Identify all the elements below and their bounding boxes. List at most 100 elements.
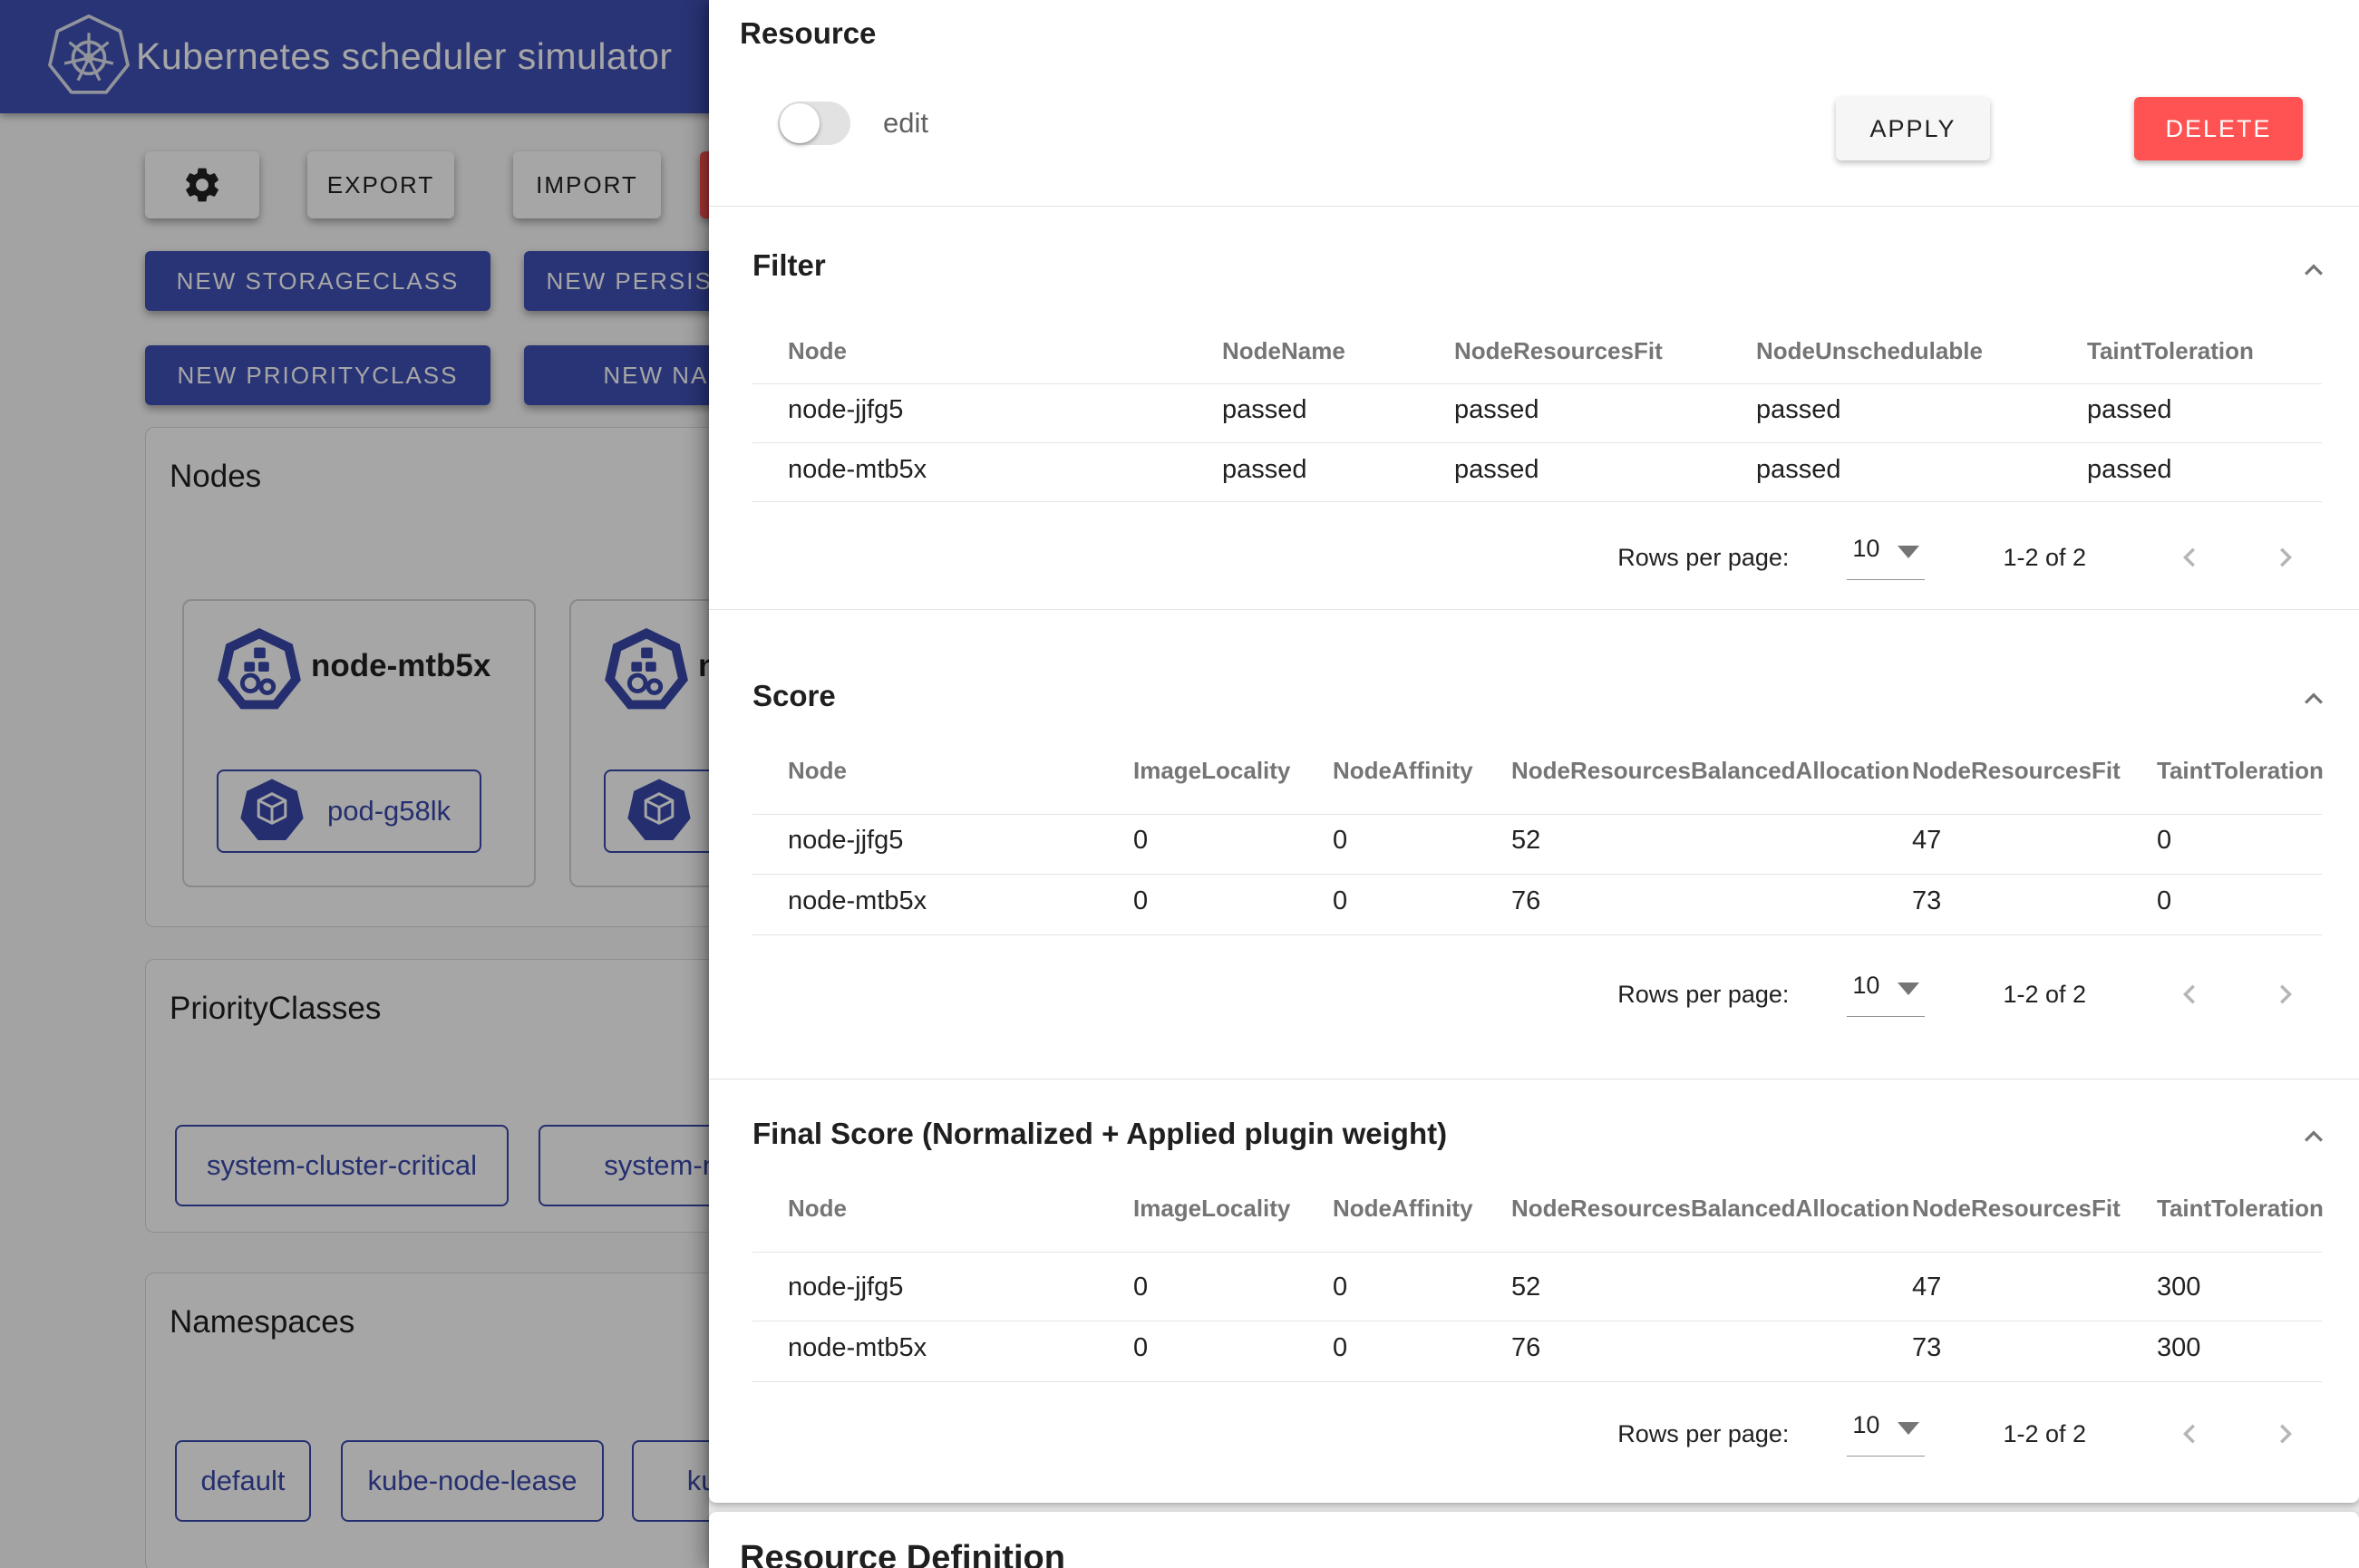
resource-drawer: Resource edit APPLY DELETE Filter Node N… (709, 0, 2359, 1568)
table-cell: 0 (2157, 886, 2171, 916)
column-header: TaintToleration (2157, 1195, 2324, 1223)
column-header: NodeResourcesFit (1454, 337, 1663, 365)
table-cell: node-mtb5x (788, 455, 927, 485)
column-header: NodeName (1222, 337, 1345, 365)
filter-collapse-button[interactable] (2294, 250, 2334, 290)
table-divider (752, 442, 2322, 443)
chevron-up-icon (2296, 1118, 2332, 1155)
toggle-thumb (780, 103, 820, 143)
pagination-range: 1-2 of 2 (2003, 1420, 2086, 1448)
table-cell: 0 (1333, 1333, 1347, 1363)
drawer-backdrop[interactable] (0, 0, 709, 1568)
column-header: Node (788, 337, 847, 365)
column-header: Node (788, 1195, 847, 1223)
table-cell: 52 (1511, 1273, 1540, 1302)
pagination-range: 1-2 of 2 (2003, 981, 2086, 1009)
table-cell: node-jjfg5 (788, 395, 903, 425)
rows-per-page-value: 10 (1852, 972, 1879, 1000)
table-cell: 0 (1333, 1273, 1347, 1302)
column-header: NodeUnschedulable (1756, 337, 1983, 365)
table-cell: 76 (1511, 1333, 1540, 1363)
column-header: NodeResourcesBalancedAllocation (1511, 1195, 1909, 1223)
table-divider (752, 501, 2322, 502)
column-header: ImageLocality (1133, 1195, 1290, 1223)
next-page-button[interactable] (2264, 536, 2307, 579)
table-cell: passed (2087, 455, 2172, 485)
edit-toggle[interactable] (778, 102, 850, 145)
column-header: ImageLocality (1133, 757, 1290, 785)
table-divider (752, 814, 2322, 815)
table-divider (752, 934, 2322, 935)
rows-per-page-label: Rows per page: (1617, 1420, 1789, 1448)
table-cell: 300 (2157, 1273, 2200, 1302)
next-page-button[interactable] (2264, 1412, 2307, 1456)
table-divider (752, 1381, 2322, 1382)
apply-button[interactable]: APPLY (1836, 97, 1990, 160)
next-page-button[interactable] (2264, 973, 2307, 1016)
final-score-section-title: Final Score (Normalized + Applied plugin… (752, 1117, 1447, 1151)
rows-per-page-select[interactable]: 10 (1847, 972, 1925, 1017)
rows-per-page-select[interactable]: 10 (1847, 1411, 1925, 1457)
final-score-pagination: Rows per page: 10 1-2 of 2 (1617, 1402, 2307, 1466)
table-cell: 0 (1333, 886, 1347, 916)
column-header: Node (788, 757, 847, 785)
table-cell: 73 (1912, 1333, 1941, 1363)
final-score-collapse-button[interactable] (2294, 1117, 2334, 1157)
chevron-left-icon (2170, 975, 2209, 1013)
score-section-title: Score (752, 679, 836, 713)
delete-button[interactable]: DELETE (2134, 97, 2303, 160)
pagination-range: 1-2 of 2 (2003, 544, 2086, 572)
app-root: Kubernetes scheduler simulator EXPORT IM… (0, 0, 2359, 1568)
table-cell: passed (1756, 455, 1841, 485)
chevron-right-icon (2267, 1415, 2305, 1453)
prev-page-button[interactable] (2168, 536, 2211, 579)
table-cell: 52 (1511, 826, 1540, 856)
table-cell: 73 (1912, 886, 1941, 916)
column-header: NodeAffinity (1333, 757, 1473, 785)
table-cell: 47 (1912, 826, 1941, 856)
chevron-right-icon (2267, 975, 2305, 1013)
score-pagination: Rows per page: 10 1-2 of 2 (1617, 963, 2307, 1026)
chevron-left-icon (2170, 1415, 2209, 1453)
table-cell: passed (1454, 455, 1539, 485)
column-header: TaintToleration (2087, 337, 2254, 365)
rows-per-page-label: Rows per page: (1617, 981, 1789, 1009)
rows-per-page-select[interactable]: 10 (1847, 535, 1925, 580)
table-cell: passed (1756, 395, 1841, 425)
table-cell: node-mtb5x (788, 886, 927, 916)
table-divider (752, 383, 2322, 384)
table-cell: 300 (2157, 1333, 2200, 1363)
section-divider (709, 609, 2359, 610)
table-cell: 0 (1133, 1273, 1148, 1302)
table-cell: 0 (1133, 886, 1148, 916)
resource-definition-title: Resource Definition (740, 1539, 1065, 1568)
score-collapse-button[interactable] (2294, 679, 2334, 719)
rows-per-page-value: 10 (1852, 1411, 1879, 1439)
chevron-right-icon (2267, 538, 2305, 576)
rows-per-page-label: Rows per page: (1617, 544, 1789, 572)
chevron-up-icon (2296, 252, 2332, 288)
filter-section-title: Filter (752, 248, 826, 283)
column-header: TaintToleration (2157, 757, 2324, 785)
drawer-title: Resource (740, 16, 876, 51)
column-header: NodeResourcesBalancedAllocation (1511, 757, 1909, 785)
table-cell: 47 (1912, 1273, 1941, 1302)
divider (709, 206, 2359, 207)
table-cell: passed (1222, 455, 1307, 485)
edit-toggle-label: edit (883, 107, 928, 140)
resource-detail-card: Resource edit APPLY DELETE Filter Node N… (709, 0, 2359, 1503)
table-cell: passed (1454, 395, 1539, 425)
filter-pagination: Rows per page: 10 1-2 of 2 (1617, 526, 2307, 589)
triangle-down-icon (1898, 982, 1919, 995)
prev-page-button[interactable] (2168, 973, 2211, 1016)
column-header: NodeAffinity (1333, 1195, 1473, 1223)
table-cell: passed (1222, 395, 1307, 425)
triangle-down-icon (1898, 546, 1919, 558)
prev-page-button[interactable] (2168, 1412, 2211, 1456)
table-cell: node-jjfg5 (788, 826, 903, 856)
chevron-up-icon (2296, 681, 2332, 717)
table-cell: 76 (1511, 886, 1540, 916)
chevron-left-icon (2170, 538, 2209, 576)
column-header: NodeResourcesFit (1912, 757, 2121, 785)
table-cell: node-mtb5x (788, 1333, 927, 1363)
